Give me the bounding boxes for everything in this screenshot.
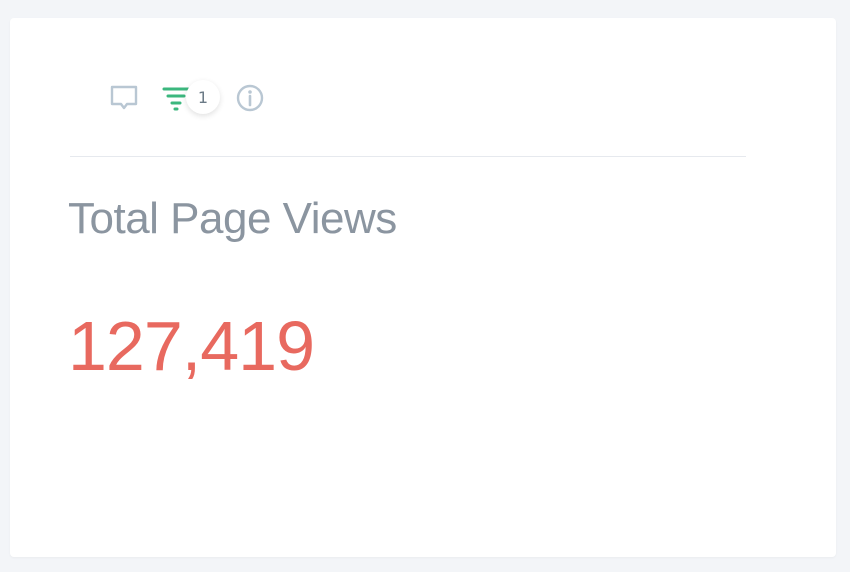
info-icon [236,84,264,112]
filter-count-badge[interactable]: 1 [186,80,220,114]
metric-value: 127,419 [68,307,315,385]
comment-icon [110,85,138,110]
comment-button[interactable] [108,82,140,114]
metric-title: Total Page Views [68,194,397,243]
metric-card: 1 Total Page Views 127,419 [10,18,836,557]
widget-toolbar: 1 [108,80,266,116]
header-divider [70,156,746,157]
filter-button[interactable]: 1 [160,80,220,114]
info-button[interactable] [234,82,266,114]
